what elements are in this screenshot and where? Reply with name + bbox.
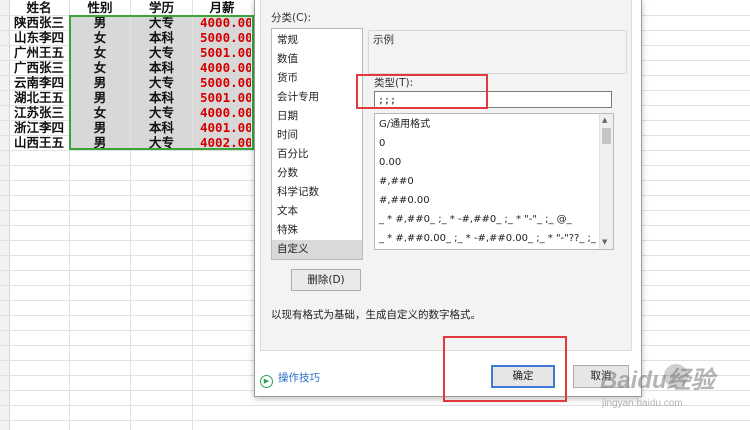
category-item-number[interactable]: 数值 [272, 50, 362, 69]
delete-button[interactable]: 删除(D) [291, 269, 361, 291]
format-item[interactable]: #,##0.00 [379, 191, 430, 210]
scroll-down-icon[interactable]: ▼ [602, 238, 607, 246]
scroll-thumb[interactable] [602, 128, 611, 144]
table-cell[interactable]: 5001.00 [193, 45, 251, 60]
table-cell[interactable]: 湖北王五 [10, 90, 68, 105]
format-item[interactable]: _ * #,##0.00_ ;_ * -#,##0.00_ ;_ * "-"??… [379, 229, 613, 248]
tips-link-label: 操作技巧 [278, 372, 320, 384]
category-item-accounting[interactable]: 会计专用 [272, 88, 362, 107]
number-tab-panel: 分类(C): 常规 数值 货币 会计专用 日期 时间 百分比 分数 科学记数 文… [260, 0, 632, 351]
table-cell[interactable]: 男 [70, 15, 130, 30]
category-list[interactable]: 常规 数值 货币 会计专用 日期 时间 百分比 分数 科学记数 文本 特殊 自定… [271, 28, 363, 260]
table-cell[interactable]: 陕西张三 [10, 15, 68, 30]
ok-button[interactable]: 确定 [491, 365, 555, 388]
category-item-general[interactable]: 常规 [272, 31, 362, 50]
category-item-fraction[interactable]: 分数 [272, 164, 362, 183]
table-cell[interactable]: 女 [70, 105, 130, 120]
cancel-button[interactable]: 取消 [573, 365, 629, 388]
type-input[interactable]: ;;; [374, 91, 612, 108]
table-cell[interactable]: 山东李四 [10, 30, 68, 45]
table-cell[interactable]: 女 [70, 45, 130, 60]
sample-box: 示例 [368, 30, 627, 74]
play-circle-icon: ▶ [260, 375, 273, 388]
format-item[interactable]: #,##0 [379, 172, 414, 191]
table-cell[interactable]: 广西张三 [10, 60, 68, 75]
header-education[interactable]: 学历 [131, 0, 192, 15]
category-item-date[interactable]: 日期 [272, 107, 362, 126]
table-cell[interactable]: 男 [70, 135, 130, 150]
grid-line [0, 420, 750, 421]
table-cell[interactable]: 4000.00 [193, 15, 251, 30]
category-item-text[interactable]: 文本 [272, 202, 362, 221]
table-cell[interactable]: 男 [70, 75, 130, 90]
header-salary[interactable]: 月薪 [193, 0, 251, 15]
type-label: 类型(T): [374, 77, 414, 89]
table-cell[interactable]: 女 [70, 60, 130, 75]
format-description: 以现有格式为基础，生成自定义的数字格式。 [271, 309, 481, 321]
table-cell[interactable]: 广州王五 [10, 45, 68, 60]
table-cell[interactable]: 女 [70, 30, 130, 45]
table-cell[interactable]: 男 [70, 120, 130, 135]
category-item-currency[interactable]: 货币 [272, 69, 362, 88]
category-item-time[interactable]: 时间 [272, 126, 362, 145]
category-label: 分类(C): [271, 12, 312, 24]
table-cell[interactable]: 大专 [131, 105, 192, 120]
row-header-strip [0, 0, 10, 430]
tips-link[interactable]: ▶ 操作技巧 [260, 370, 320, 388]
table-cell[interactable]: 5000.00 [193, 30, 251, 45]
format-item[interactable]: 0.00 [379, 153, 401, 172]
category-item-custom[interactable]: 自定义 [272, 240, 362, 259]
format-item[interactable]: 0 [379, 134, 385, 153]
table-cell[interactable]: 4001.00 [193, 120, 251, 135]
scroll-up-icon[interactable]: ▲ [602, 116, 607, 124]
table-cell[interactable]: 5000.00 [193, 75, 251, 90]
category-item-scientific[interactable]: 科学记数 [272, 183, 362, 202]
table-cell[interactable]: 云南李四 [10, 75, 68, 90]
header-sex[interactable]: 性别 [70, 0, 130, 15]
table-cell[interactable]: 大专 [131, 75, 192, 90]
table-cell[interactable]: 本科 [131, 120, 192, 135]
format-item[interactable]: G/通用格式 [379, 115, 430, 134]
table-cell[interactable]: 大专 [131, 135, 192, 150]
table-cell[interactable]: 江苏张三 [10, 105, 68, 120]
sample-label: 示例 [373, 34, 394, 46]
category-item-percentage[interactable]: 百分比 [272, 145, 362, 164]
table-cell[interactable]: 本科 [131, 90, 192, 105]
format-code-list[interactable]: G/通用格式 0 0.00 #,##0 #,##0.00 _ * #,##0_ … [374, 113, 614, 250]
table-cell[interactable]: 5001.00 [193, 90, 251, 105]
header-name[interactable]: 姓名 [10, 0, 68, 15]
table-cell[interactable]: 4000.00 [193, 105, 251, 120]
table-cell[interactable]: 4000.00 [193, 60, 251, 75]
grid-line [0, 405, 750, 406]
table-cell[interactable]: 大专 [131, 45, 192, 60]
table-cell[interactable]: 本科 [131, 30, 192, 45]
table-cell[interactable]: 4002.00 [193, 135, 251, 150]
table-cell[interactable]: 男 [70, 90, 130, 105]
format-list-scrollbar[interactable]: ▲ ▼ [599, 114, 613, 249]
table-cell[interactable]: 山西王五 [10, 135, 68, 150]
table-cell[interactable]: 本科 [131, 60, 192, 75]
format-item[interactable]: _ * #,##0_ ;_ * -#,##0_ ;_ * "-"_ ;_ @_ [379, 210, 572, 229]
table-cell[interactable]: 大专 [131, 15, 192, 30]
category-item-special[interactable]: 特殊 [272, 221, 362, 240]
table-cell[interactable]: 浙江李四 [10, 120, 68, 135]
format-cells-dialog: 分类(C): 常规 数值 货币 会计专用 日期 时间 百分比 分数 科学记数 文… [254, 0, 642, 397]
